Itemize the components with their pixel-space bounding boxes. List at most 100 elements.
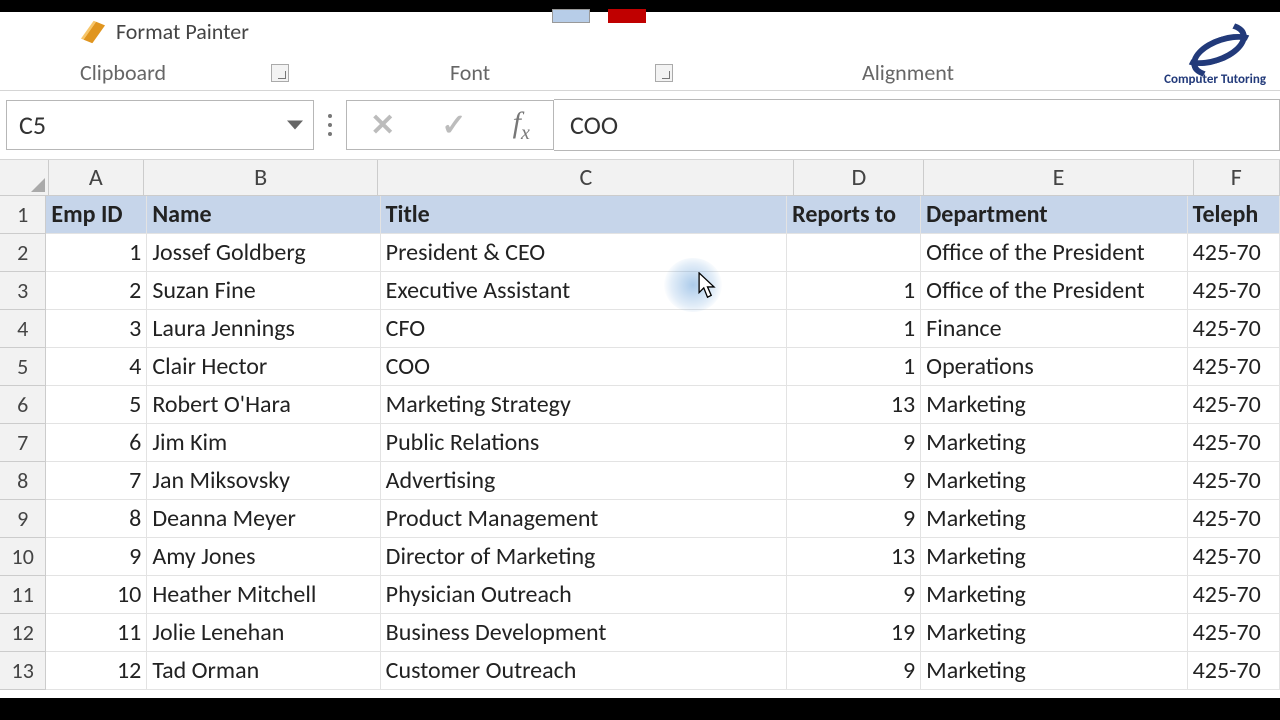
cell[interactable]: Jim Kim: [147, 424, 380, 462]
cell[interactable]: Teleph: [1188, 196, 1280, 234]
cell[interactable]: Marketing: [921, 386, 1187, 424]
cell[interactable]: 3: [46, 310, 147, 348]
cell[interactable]: 425-70: [1188, 424, 1280, 462]
cell[interactable]: 13: [787, 538, 921, 576]
cell[interactable]: 4: [46, 348, 147, 386]
row-header[interactable]: 8: [0, 462, 46, 500]
col-header-A[interactable]: A: [49, 160, 144, 196]
cell[interactable]: Advertising: [381, 462, 788, 500]
row-header[interactable]: 5: [0, 348, 46, 386]
clipboard-launcher-icon[interactable]: [271, 64, 289, 82]
cell[interactable]: Deanna Meyer: [147, 500, 380, 538]
formula-bar-handle[interactable]: [328, 114, 332, 136]
cell[interactable]: Marketing: [921, 462, 1187, 500]
cell[interactable]: Executive Assistant: [381, 272, 788, 310]
format-painter-button[interactable]: Format Painter: [80, 18, 249, 45]
cell[interactable]: 13: [787, 386, 921, 424]
cell[interactable]: Emp ID: [46, 196, 147, 234]
row-header[interactable]: 12: [0, 614, 46, 652]
cell[interactable]: 8: [46, 500, 147, 538]
cell[interactable]: Marketing: [921, 500, 1187, 538]
col-header-B[interactable]: B: [144, 160, 378, 196]
enter-icon[interactable]: ✓: [441, 107, 466, 144]
chevron-down-icon[interactable]: [287, 121, 303, 130]
cell[interactable]: 9: [787, 576, 921, 614]
cell[interactable]: CFO: [381, 310, 788, 348]
cell[interactable]: 425-70: [1188, 272, 1280, 310]
cell[interactable]: Marketing: [921, 576, 1187, 614]
cell[interactable]: 19: [787, 614, 921, 652]
cell[interactable]: [787, 234, 921, 272]
cell[interactable]: Reports to: [787, 196, 921, 234]
cell[interactable]: Name: [147, 196, 380, 234]
select-all-corner[interactable]: [0, 160, 49, 196]
cell[interactable]: 425-70: [1188, 652, 1280, 690]
row-header[interactable]: 10: [0, 538, 46, 576]
cell[interactable]: Physician Outreach: [381, 576, 788, 614]
cell[interactable]: 9: [787, 462, 921, 500]
cell[interactable]: Office of the President: [921, 272, 1187, 310]
cell[interactable]: 1: [787, 348, 921, 386]
row-header[interactable]: 4: [0, 310, 46, 348]
cell[interactable]: 7: [46, 462, 147, 500]
cell[interactable]: 1: [787, 310, 921, 348]
cell[interactable]: COO: [381, 348, 788, 386]
cell[interactable]: 9: [787, 652, 921, 690]
cell[interactable]: Department: [921, 196, 1187, 234]
cell[interactable]: Jossef Goldberg: [147, 234, 380, 272]
cell[interactable]: 10: [46, 576, 147, 614]
cell[interactable]: Jolie Lenehan: [147, 614, 380, 652]
cell[interactable]: 12: [46, 652, 147, 690]
cell[interactable]: Finance: [921, 310, 1187, 348]
cell[interactable]: Heather Mitchell: [147, 576, 380, 614]
cell[interactable]: 9: [46, 538, 147, 576]
cell[interactable]: Suzan Fine: [147, 272, 380, 310]
cell[interactable]: 425-70: [1188, 348, 1280, 386]
cell[interactable]: Robert O'Hara: [147, 386, 380, 424]
cell[interactable]: 425-70: [1188, 538, 1280, 576]
row-header[interactable]: 9: [0, 500, 46, 538]
cell[interactable]: Marketing: [921, 424, 1187, 462]
col-header-F[interactable]: F: [1194, 160, 1280, 196]
cell[interactable]: 425-70: [1188, 310, 1280, 348]
row-header[interactable]: 2: [0, 234, 46, 272]
cell[interactable]: 2: [46, 272, 147, 310]
cell[interactable]: 9: [787, 424, 921, 462]
cell[interactable]: Public Relations: [381, 424, 788, 462]
cell[interactable]: 6: [46, 424, 147, 462]
cell[interactable]: 11: [46, 614, 147, 652]
row-header[interactable]: 6: [0, 386, 46, 424]
row-header[interactable]: 7: [0, 424, 46, 462]
cell[interactable]: Tad Orman: [147, 652, 380, 690]
cell[interactable]: 5: [46, 386, 147, 424]
row-header[interactable]: 13: [0, 652, 46, 690]
col-header-C[interactable]: C: [378, 160, 794, 196]
font-launcher-icon[interactable]: [655, 64, 673, 82]
cell[interactable]: 425-70: [1188, 386, 1280, 424]
cell[interactable]: Laura Jennings: [147, 310, 380, 348]
cell[interactable]: 425-70: [1188, 234, 1280, 272]
cell[interactable]: President & CEO: [381, 234, 788, 272]
cell[interactable]: Operations: [921, 348, 1187, 386]
row-header[interactable]: 3: [0, 272, 46, 310]
fx-icon[interactable]: fx: [513, 106, 530, 145]
font-color-swatch[interactable]: [608, 9, 646, 23]
cell[interactable]: Office of the President: [921, 234, 1187, 272]
cell[interactable]: Jan Miksovsky: [147, 462, 380, 500]
cell[interactable]: 425-70: [1188, 462, 1280, 500]
cell[interactable]: Amy Jones: [147, 538, 380, 576]
cell[interactable]: Title: [381, 196, 788, 234]
cell[interactable]: 425-70: [1188, 614, 1280, 652]
cell[interactable]: Marketing Strategy: [381, 386, 788, 424]
col-header-D[interactable]: D: [794, 160, 924, 196]
row-header[interactable]: 11: [0, 576, 46, 614]
cell[interactable]: Marketing: [921, 614, 1187, 652]
cell[interactable]: 425-70: [1188, 576, 1280, 614]
cell[interactable]: Customer Outreach: [381, 652, 788, 690]
formula-input[interactable]: [554, 99, 1280, 151]
cancel-icon[interactable]: ✕: [370, 107, 395, 144]
cell[interactable]: 1: [46, 234, 147, 272]
cell[interactable]: 1: [787, 272, 921, 310]
cell[interactable]: Director of Marketing: [381, 538, 788, 576]
cell[interactable]: 9: [787, 500, 921, 538]
